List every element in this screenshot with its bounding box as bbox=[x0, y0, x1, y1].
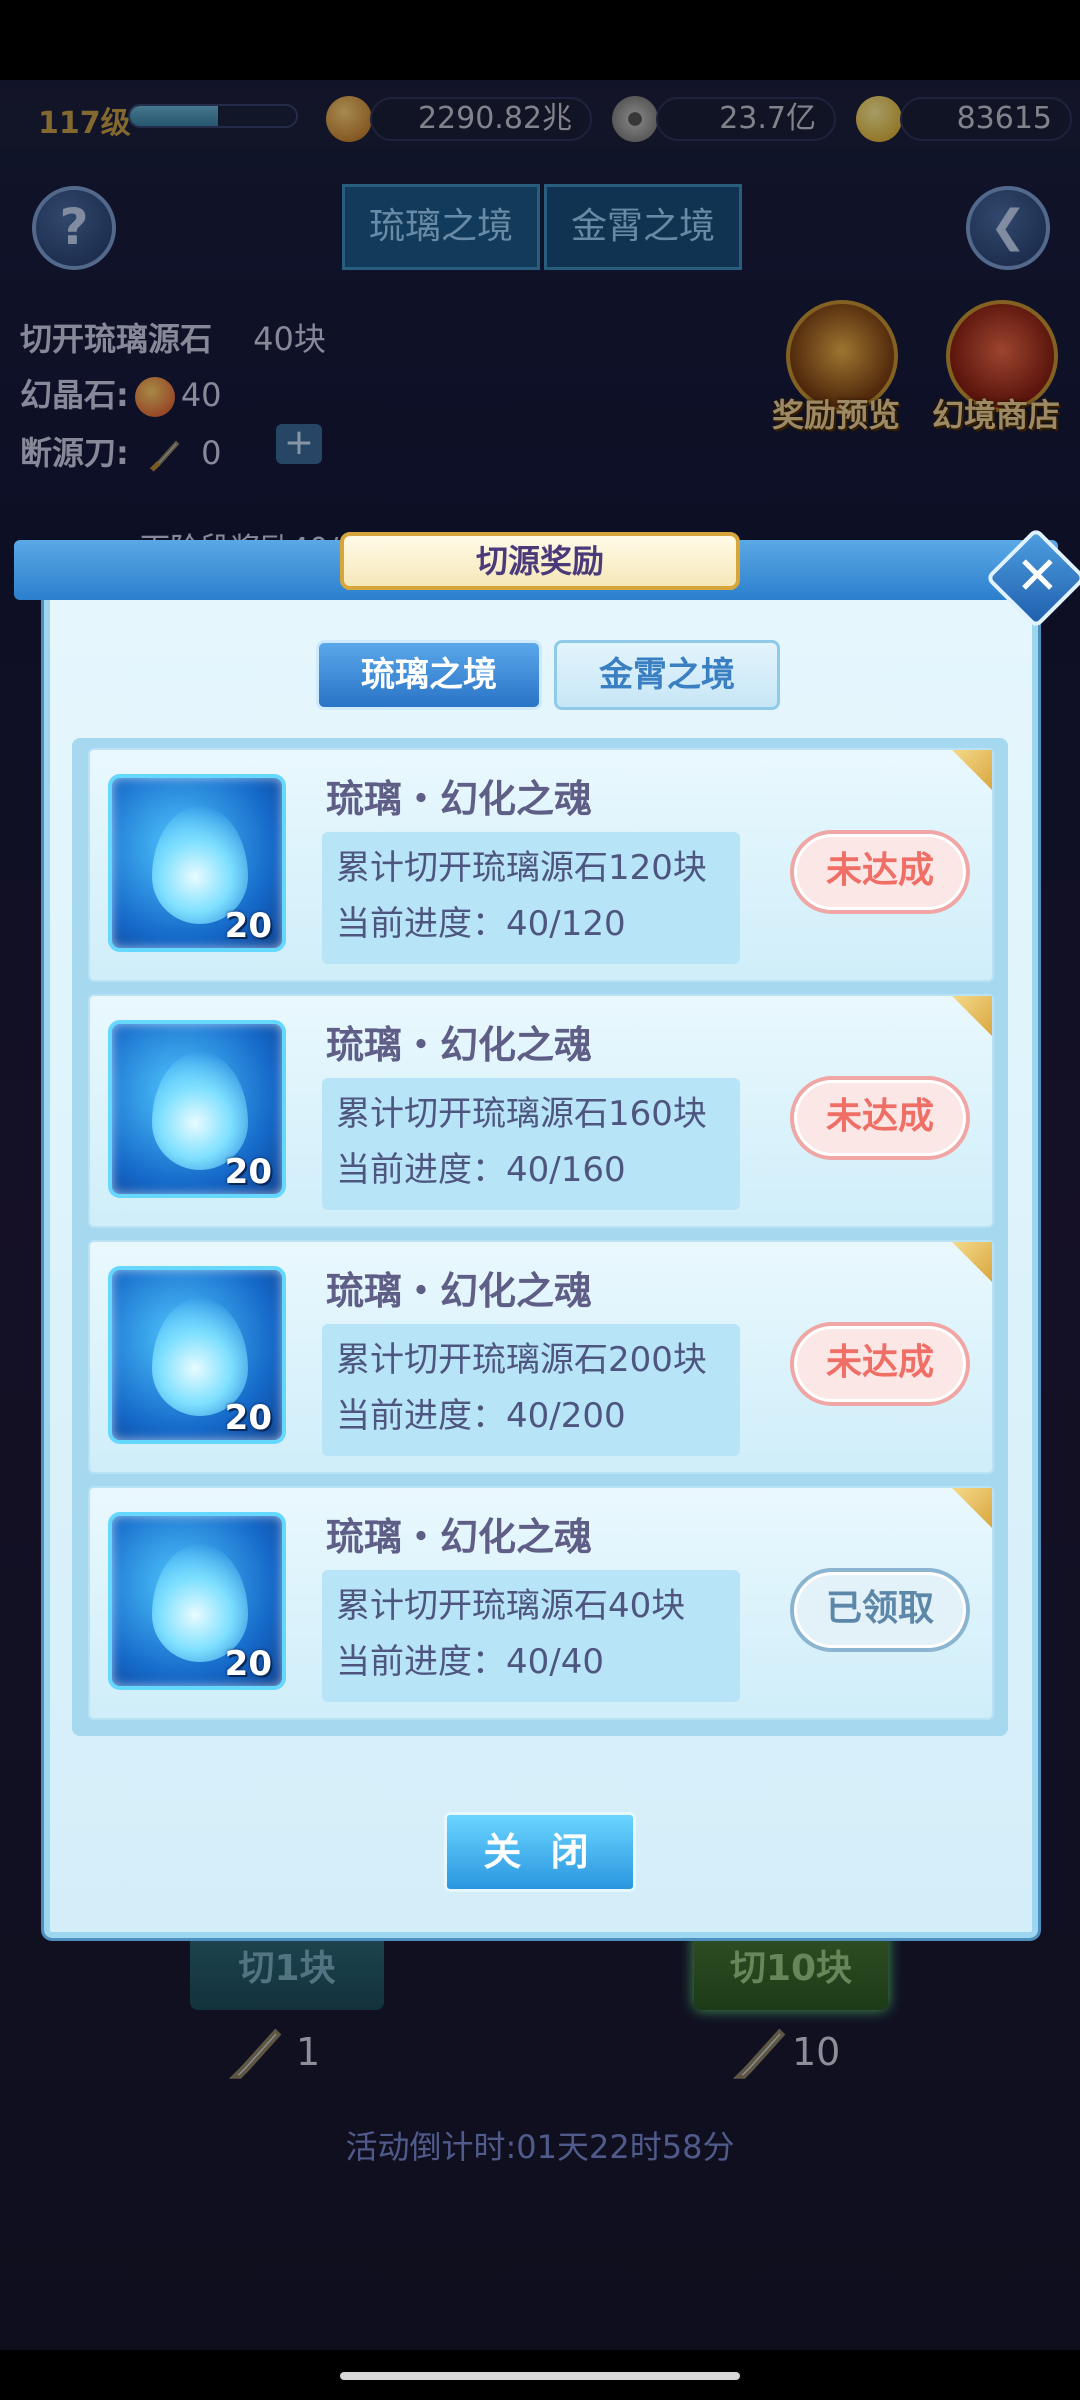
item-name: 琉璃・幻化之魂 bbox=[326, 1023, 593, 1067]
modal-close-button[interactable]: 关 闭 bbox=[444, 1812, 636, 1892]
status-badge: 未达成 bbox=[790, 1076, 970, 1160]
status-badge: 未达成 bbox=[790, 1322, 970, 1406]
soul-item-icon[interactable]: 20 bbox=[108, 1512, 286, 1690]
list-item: 20 琉璃・幻化之魂 累计切开琉璃源石200块 当前进度：40/200 未达成 bbox=[88, 1240, 994, 1474]
item-requirement: 累计切开琉璃源石120块 bbox=[336, 848, 707, 888]
item-progress: 当前进度：40/120 bbox=[336, 904, 626, 944]
item-name: 琉璃・幻化之魂 bbox=[326, 1269, 593, 1313]
item-count: 20 bbox=[224, 1644, 272, 1684]
reward-list[interactable]: 20 琉璃・幻化之魂 累计切开琉璃源石120块 当前进度：40/120 未达成 … bbox=[72, 738, 1008, 1736]
list-item: 20 琉璃・幻化之魂 累计切开琉璃源石160块 当前进度：40/160 未达成 bbox=[88, 994, 994, 1228]
modal-tab-liuli[interactable]: 琉璃之境 bbox=[316, 640, 542, 710]
list-item: 20 琉璃・幻化之魂 累计切开琉璃源石40块 当前进度：40/40 已领取 bbox=[88, 1486, 994, 1720]
item-count: 20 bbox=[224, 1398, 272, 1438]
item-description: 累计切开琉璃源石40块 当前进度：40/40 bbox=[322, 1570, 740, 1702]
soul-item-icon[interactable]: 20 bbox=[108, 774, 286, 952]
corner-ornament bbox=[952, 1242, 992, 1282]
item-description: 累计切开琉璃源石120块 当前进度：40/120 bbox=[322, 832, 740, 964]
item-count: 20 bbox=[224, 1152, 272, 1192]
item-name: 琉璃・幻化之魂 bbox=[326, 1515, 593, 1559]
item-requirement: 累计切开琉璃源石160块 bbox=[336, 1094, 707, 1134]
item-requirement: 累计切开琉璃源石200块 bbox=[336, 1340, 707, 1380]
status-badge: 未达成 bbox=[790, 830, 970, 914]
corner-ornament bbox=[952, 750, 992, 790]
status-badge: 已领取 bbox=[790, 1568, 970, 1652]
item-description: 累计切开琉璃源石160块 当前进度：40/160 bbox=[322, 1078, 740, 1210]
home-indicator[interactable] bbox=[340, 2372, 740, 2380]
list-item: 20 琉璃・幻化之魂 累计切开琉璃源石120块 当前进度：40/120 未达成 bbox=[88, 748, 994, 982]
modal-title: 切源奖励 bbox=[340, 532, 740, 590]
item-description: 累计切开琉璃源石200块 当前进度：40/200 bbox=[322, 1324, 740, 1456]
soul-item-icon[interactable]: 20 bbox=[108, 1266, 286, 1444]
item-progress: 当前进度：40/200 bbox=[336, 1396, 626, 1436]
item-name: 琉璃・幻化之魂 bbox=[326, 777, 593, 821]
close-icon: ✕ bbox=[1015, 546, 1060, 607]
corner-ornament bbox=[952, 1488, 992, 1528]
status-bar bbox=[0, 0, 1080, 80]
modal-tab-jinxiao[interactable]: 金霄之境 bbox=[554, 640, 780, 710]
item-requirement: 累计切开琉璃源石40块 bbox=[336, 1586, 686, 1626]
item-count: 20 bbox=[224, 906, 272, 946]
item-progress: 当前进度：40/40 bbox=[336, 1642, 604, 1682]
soul-item-icon[interactable]: 20 bbox=[108, 1020, 286, 1198]
corner-ornament bbox=[952, 996, 992, 1036]
item-progress: 当前进度：40/160 bbox=[336, 1150, 626, 1190]
